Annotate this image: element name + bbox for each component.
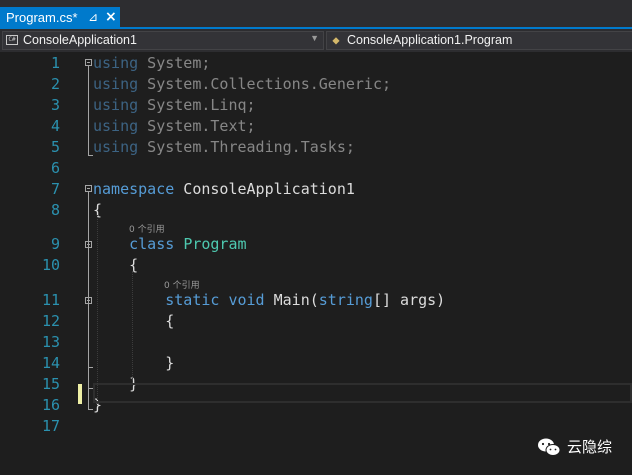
line-number: 7: [50, 180, 60, 198]
indent-guide: [97, 215, 98, 404]
line-number: 15: [41, 375, 60, 393]
line-number: 1: [50, 54, 60, 72]
outline-line: [88, 409, 93, 410]
collapse-usings-icon[interactable]: [85, 59, 92, 66]
code-token: System.Threading.Tasks;: [138, 138, 355, 156]
line-number: 8: [50, 201, 60, 219]
code-editor[interactable]: 1 2 3 4 5 6 7 8 9 10 11 12 13 14 15 16 17 using System; u…: [0, 52, 632, 475]
unsaved-change-marker: [78, 384, 82, 404]
csharp-project-icon: C#: [6, 35, 18, 45]
code-line[interactable]: using System;: [93, 53, 210, 73]
code-token: static: [165, 291, 220, 309]
code-token: using: [93, 138, 139, 156]
code-token: using: [93, 96, 139, 114]
codelens-class-references[interactable]: 0 个引用: [129, 222, 165, 235]
code-token: using: [93, 75, 139, 93]
tab-program-cs[interactable]: Program.cs* ⊿ ×: [0, 7, 120, 29]
collapse-class-icon[interactable]: [85, 241, 92, 248]
code-line[interactable]: }: [93, 353, 174, 373]
line-number: 16: [41, 396, 60, 414]
code-line[interactable]: {: [93, 311, 174, 331]
code-token: System.Linq;: [138, 96, 256, 114]
line-number: 11: [41, 291, 60, 309]
outline-line: [88, 388, 93, 389]
line-number: 10: [41, 256, 60, 274]
code-line[interactable]: using System.Text;: [93, 116, 256, 136]
watermark-text: 云隐综: [567, 438, 613, 456]
navigation-bar: C# ConsoleApplication1 ▼ ◆ ConsoleApplic…: [0, 29, 632, 53]
project-dropdown[interactable]: C# ConsoleApplication1 ▼: [2, 31, 324, 50]
chevron-down-icon: ▼: [310, 33, 319, 43]
code-token: class: [129, 235, 175, 253]
code-token: }: [93, 354, 175, 372]
line-number: 5: [50, 138, 60, 156]
indent-guide: [132, 271, 133, 383]
pin-icon[interactable]: ⊿: [88, 10, 98, 24]
line-number: 4: [50, 117, 60, 135]
close-icon[interactable]: ×: [105, 9, 117, 25]
line-number: 17: [41, 417, 60, 435]
code-token: System.Collections.Generic;: [138, 75, 392, 93]
code-token: ConsoleApplication1: [174, 180, 355, 198]
code-line[interactable]: using System.Threading.Tasks;: [93, 137, 355, 157]
line-number: 14: [41, 354, 60, 372]
code-token: Program: [183, 235, 247, 253]
code-line[interactable]: namespace ConsoleApplication1: [93, 179, 355, 199]
code-line[interactable]: using System.Collections.Generic;: [93, 74, 391, 94]
outline-line: [88, 367, 93, 368]
line-number: 3: [50, 96, 60, 114]
code-token: string: [318, 291, 373, 309]
line-number: 2: [50, 75, 60, 93]
project-dropdown-label: ConsoleApplication1: [23, 33, 137, 47]
type-dropdown-label: ConsoleApplication1.Program: [347, 33, 513, 47]
code-token: using: [93, 54, 139, 72]
line-number: 12: [41, 312, 60, 330]
code-line[interactable]: using System.Linq;: [93, 95, 256, 115]
code-token: System;: [138, 54, 211, 72]
outline-line: [88, 155, 93, 156]
code-token: Main(: [264, 291, 319, 309]
watermark: 云隐综: [537, 435, 617, 457]
code-line[interactable]: static void Main(string[] args): [93, 290, 445, 310]
tab-title: Program.cs*: [6, 10, 78, 25]
code-token: System.Text;: [138, 117, 256, 135]
line-number: 13: [41, 333, 60, 351]
outline-line: [88, 66, 89, 155]
code-token: void: [228, 291, 265, 309]
collapse-namespace-icon[interactable]: [85, 185, 92, 192]
code-token: {: [93, 312, 175, 330]
type-dropdown[interactable]: ◆ ConsoleApplication1.Program: [326, 31, 632, 50]
current-line-highlight: [93, 383, 632, 403]
code-token: using: [93, 117, 139, 135]
line-number: 9: [50, 235, 60, 253]
code-token: [] args): [372, 291, 446, 309]
code-token: namespace: [93, 180, 175, 198]
line-number: 6: [50, 159, 60, 177]
code-line[interactable]: class Program: [93, 234, 247, 254]
collapse-method-icon[interactable]: [85, 297, 92, 304]
class-icon: ◆: [332, 33, 340, 47]
document-tab-strip: Program.cs* ⊿ ×: [0, 0, 632, 29]
codelens-method-references[interactable]: 0 个引用: [164, 278, 200, 291]
wechat-logo-icon: [538, 438, 561, 456]
